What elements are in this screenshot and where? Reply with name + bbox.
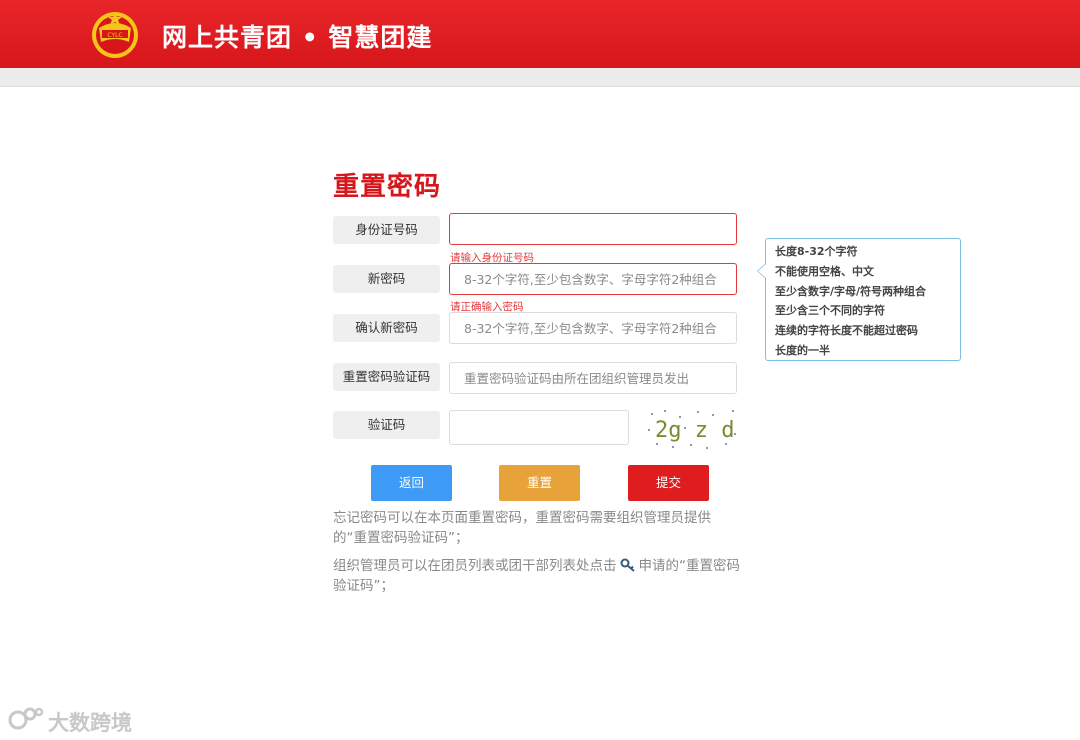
- watermark-logo-icon: [8, 707, 44, 730]
- id-number-input[interactable]: [449, 213, 737, 245]
- help-note-1: 忘记密码可以在本页面重置密码，重置密码需要组织管理员提供的“重置密码验证码”；: [333, 510, 711, 546]
- tip-line: 不能使用空格、中文: [775, 264, 874, 278]
- reset-code-input[interactable]: [449, 362, 737, 394]
- confirm-password-input[interactable]: [449, 312, 737, 344]
- new-password-input[interactable]: [449, 263, 737, 295]
- tip-line: 至少含三个不同的字符: [775, 304, 885, 318]
- youth-league-emblem-logo[interactable]: CYLC: [89, 8, 141, 60]
- password-rules-tooltip: 长度8-32个字符 不能使用空格、中文 至少含数字/字母/符号两种组合 至少含三…: [757, 238, 961, 361]
- captcha-text: 2g z d .: [655, 418, 739, 443]
- tip-line: 至少含数字/字母/符号两种组合: [775, 284, 927, 298]
- key-icon: [620, 558, 635, 572]
- captcha-image[interactable]: 2g z d .: [643, 406, 739, 450]
- watermark: 大数跨境: [8, 704, 132, 736]
- tip-line: 连续的字符长度不能超过密码: [775, 324, 918, 338]
- back-button[interactable]: 返回: [371, 465, 452, 501]
- help-note-2: 组织管理员可以在团员列表或团干部列表处点击 申请的“重置密码验证码”；: [333, 556, 743, 596]
- tooltip-arrow: [757, 263, 766, 279]
- reset-code-label: 重置密码验证码: [333, 363, 440, 391]
- tip-line: 长度8-32个字符: [775, 245, 858, 258]
- captcha-label: 验证码: [333, 411, 440, 439]
- page-title: 重置密码: [333, 172, 442, 202]
- top-header: CYLC 网上共青团 • 智慧团建: [0, 0, 1080, 68]
- header-band: [0, 68, 1080, 87]
- help-note-2-start: 组织管理员可以在团员列表或团干部列表处点击: [333, 558, 617, 574]
- captcha-input[interactable]: [449, 410, 629, 445]
- svg-text:CYLC: CYLC: [107, 32, 122, 39]
- watermark-text: 大数跨境: [48, 711, 132, 735]
- confirm-password-label: 确认新密码: [333, 314, 440, 342]
- site-title: 网上共青团 • 智慧团建: [162, 23, 433, 52]
- new-password-label: 新密码: [333, 265, 440, 293]
- reset-button[interactable]: 重置: [499, 465, 580, 501]
- submit-button[interactable]: 提交: [628, 465, 709, 501]
- tip-line: 长度的一半: [775, 343, 830, 357]
- id-number-label: 身份证号码: [333, 216, 440, 244]
